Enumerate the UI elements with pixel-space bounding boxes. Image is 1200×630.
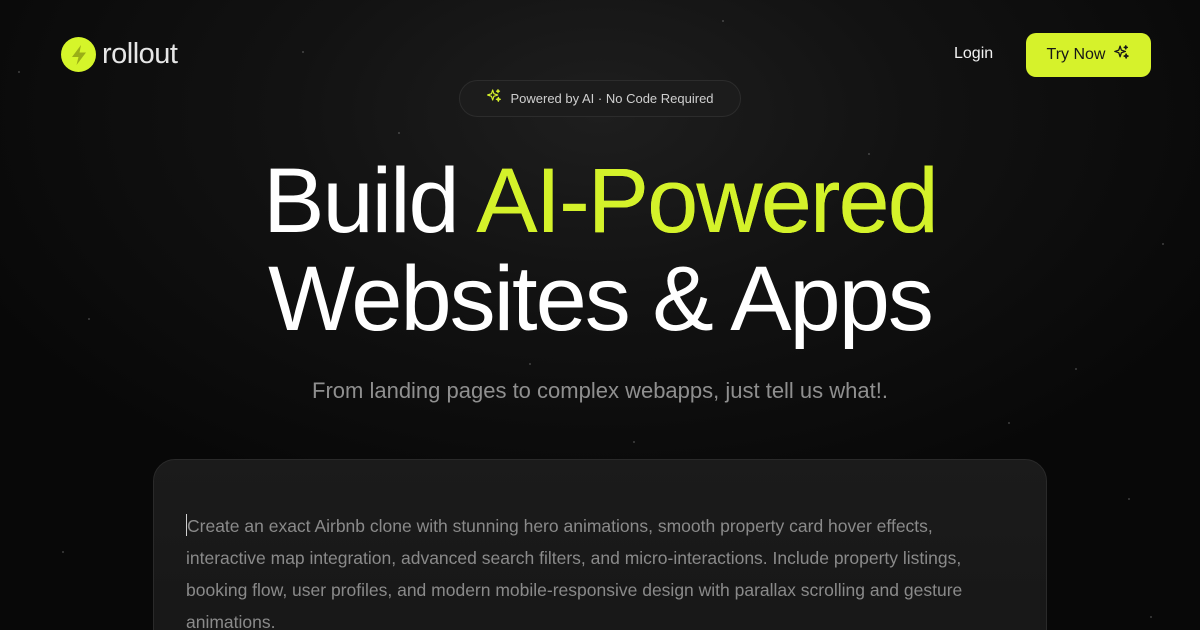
star xyxy=(1150,616,1152,618)
prompt-input[interactable]: Create an exact Airbnb clone with stunni… xyxy=(186,510,986,630)
badge-text: Powered by AI · No Code Required xyxy=(510,91,714,106)
logo[interactable]: rollout xyxy=(61,37,178,72)
star xyxy=(62,551,64,553)
sparkles-icon xyxy=(1113,44,1130,66)
feature-badge: Powered by AI · No Code Required xyxy=(459,80,741,117)
star xyxy=(18,71,20,73)
star xyxy=(529,363,531,365)
star xyxy=(633,441,635,443)
hero-title-accent: AI-Powered xyxy=(476,150,939,252)
hero-title-line2: Websites & Apps xyxy=(268,248,934,350)
star xyxy=(302,51,304,53)
star xyxy=(398,132,400,134)
try-now-button[interactable]: Try Now xyxy=(1026,33,1151,77)
star xyxy=(1008,422,1010,424)
login-link[interactable]: Login xyxy=(954,44,993,64)
hero-title-part1: Build xyxy=(263,150,477,252)
star xyxy=(1075,368,1077,370)
star xyxy=(1128,498,1130,500)
sparkles-icon xyxy=(486,88,502,109)
hero-subtitle: From landing pages to complex webapps, j… xyxy=(312,378,888,403)
prompt-box[interactable]: Create an exact Airbnb clone with stunni… xyxy=(153,459,1047,630)
logo-text: rollout xyxy=(102,38,178,70)
lightning-bolt-icon xyxy=(61,37,96,72)
prompt-text: Create an exact Airbnb clone with stunni… xyxy=(186,516,963,630)
hero-title: Build AI-Powered Websites & Apps xyxy=(0,152,1200,348)
try-now-label: Try Now xyxy=(1046,46,1106,63)
star xyxy=(722,20,724,22)
